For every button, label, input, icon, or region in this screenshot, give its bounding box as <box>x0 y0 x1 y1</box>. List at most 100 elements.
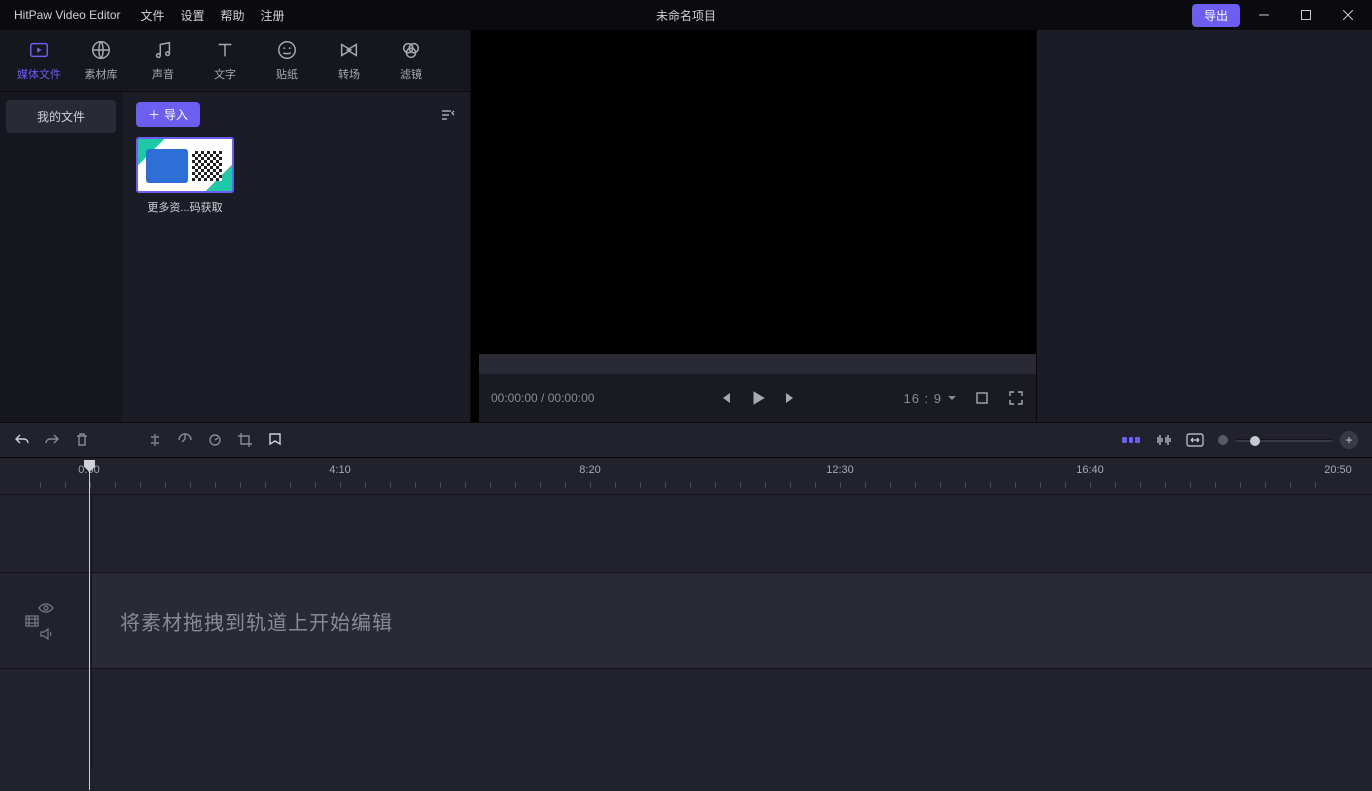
export-button[interactable]: 导出 <box>1192 4 1240 27</box>
ruler-minor-tick <box>615 482 616 488</box>
filter-icon <box>400 39 422 61</box>
media-item-label: 更多资...码获取 <box>136 199 234 215</box>
ruler-tick: 4:10 <box>329 464 350 476</box>
timeline-toolbar: + <box>0 422 1372 458</box>
waveform-button[interactable] <box>1154 433 1172 447</box>
globe-icon <box>90 39 112 61</box>
redo-button[interactable] <box>44 432 60 448</box>
ruler-minor-tick <box>915 482 916 488</box>
drop-hint: 将素材拖拽到轨道上开始编辑 <box>120 606 393 635</box>
ruler-tick: 12:30 <box>826 464 854 476</box>
rotate-button[interactable] <box>207 432 223 448</box>
minimize-button[interactable] <box>1246 3 1282 27</box>
tab-media[interactable]: 媒体文件 <box>8 39 70 82</box>
tab-transition[interactable]: 转场 <box>318 39 380 82</box>
ruler-minor-tick <box>865 482 866 488</box>
ruler-minor-tick <box>240 482 241 488</box>
track-head <box>0 669 92 768</box>
ruler-minor-tick <box>290 482 291 488</box>
ruler-minor-tick <box>990 482 991 488</box>
ruler-minor-tick <box>315 482 316 488</box>
tab-library[interactable]: 素材库 <box>70 39 132 82</box>
ruler-minor-tick <box>215 482 216 488</box>
close-button[interactable] <box>1330 3 1366 27</box>
ruler-minor-tick <box>115 482 116 488</box>
tab-sticker[interactable]: 贴纸 <box>256 39 318 82</box>
fit-button[interactable] <box>1186 433 1204 447</box>
tab-filter[interactable]: 滤镜 <box>380 39 442 82</box>
media-icon <box>28 39 50 61</box>
playhead[interactable] <box>89 460 90 790</box>
ruler-minor-tick <box>690 482 691 488</box>
ruler-minor-tick <box>490 482 491 488</box>
sort-button[interactable] <box>440 107 456 123</box>
media-item[interactable]: 更多资...码获取 <box>136 137 234 215</box>
crop-button[interactable] <box>974 390 990 406</box>
track-row: 将素材拖拽到轨道上开始编辑 <box>0 572 1372 668</box>
menu-register[interactable]: 注册 <box>261 7 285 24</box>
ruler-minor-tick <box>440 482 441 488</box>
snap-button[interactable] <box>1122 433 1140 447</box>
maximize-button[interactable] <box>1288 3 1324 27</box>
zoom-in-button[interactable]: + <box>1340 431 1358 449</box>
fullscreen-button[interactable] <box>1008 390 1024 406</box>
marker-button[interactable] <box>267 432 283 448</box>
text-icon <box>214 39 236 61</box>
tab-text[interactable]: 文字 <box>194 39 256 82</box>
zoom-out-button[interactable] <box>1218 435 1228 445</box>
ruler-minor-tick <box>390 482 391 488</box>
upper-area: 媒体文件 素材库 声音 文字 贴纸 转场 <box>0 30 1372 422</box>
menu-file[interactable]: 文件 <box>141 7 165 24</box>
crop-tool-button[interactable] <box>237 432 253 448</box>
ruler-minor-tick <box>540 482 541 488</box>
track-head <box>0 495 92 572</box>
tab-audio[interactable]: 声音 <box>132 39 194 82</box>
ruler-minor-tick <box>1215 482 1216 488</box>
ruler-minor-tick <box>1065 482 1066 488</box>
menu-help[interactable]: 帮助 <box>221 7 245 24</box>
preview-pane: 00:00:00 / 00:00:00 16 : 9 <box>471 30 1036 422</box>
aspect-ratio-dropdown[interactable]: 16 : 9 <box>903 391 956 406</box>
app-name: HitPaw Video Editor <box>14 8 121 22</box>
sticker-icon <box>276 39 298 61</box>
next-frame-button[interactable] <box>783 390 799 406</box>
ruler-minor-tick <box>1115 482 1116 488</box>
track-row <box>0 668 1372 768</box>
undo-button[interactable] <box>14 432 30 448</box>
timeline-ruler[interactable]: 0:004:108:2012:3016:4020:50 <box>0 458 1372 494</box>
ruler-minor-tick <box>40 482 41 488</box>
category-tabs: 媒体文件 素材库 声音 文字 贴纸 转场 <box>0 30 470 92</box>
speed-button[interactable] <box>177 432 193 448</box>
play-button[interactable] <box>749 389 767 407</box>
inspector-pane <box>1036 30 1372 422</box>
media-grid: ＋ 导入 更多资...码获取 <box>122 92 470 422</box>
zoom-control: + <box>1218 431 1358 449</box>
ruler-minor-tick <box>165 482 166 488</box>
ruler-minor-tick <box>890 482 891 488</box>
preview-controls: 00:00:00 / 00:00:00 16 : 9 <box>479 374 1036 422</box>
ruler-minor-tick <box>1090 482 1091 488</box>
ruler-minor-tick <box>465 482 466 488</box>
ruler-minor-tick <box>1140 482 1141 488</box>
ruler-minor-tick <box>1290 482 1291 488</box>
track-lane[interactable] <box>92 495 1372 572</box>
ruler-minor-tick <box>740 482 741 488</box>
titlebar: HitPaw Video Editor 文件 设置 帮助 注册 未命名项目 导出 <box>0 0 1372 30</box>
prev-frame-button[interactable] <box>717 390 733 406</box>
media-thumbnail <box>136 137 234 193</box>
track-lane[interactable]: 将素材拖拽到轨道上开始编辑 <box>92 573 1372 668</box>
sidebar-item-my-files[interactable]: 我的文件 <box>6 100 116 133</box>
split-button[interactable] <box>147 432 163 448</box>
music-icon <box>152 39 174 61</box>
track-lane[interactable] <box>92 669 1372 768</box>
preview-time: 00:00:00 / 00:00:00 <box>491 391 594 405</box>
ruler-minor-tick <box>965 482 966 488</box>
preview-scrubber[interactable] <box>479 354 1036 374</box>
menu-settings[interactable]: 设置 <box>181 7 205 24</box>
zoom-slider[interactable] <box>1236 439 1332 442</box>
ruler-minor-tick <box>790 482 791 488</box>
ruler-minor-tick <box>365 482 366 488</box>
import-button[interactable]: ＋ 导入 <box>136 102 200 127</box>
delete-button[interactable] <box>74 432 90 448</box>
zoom-knob[interactable] <box>1250 436 1260 446</box>
